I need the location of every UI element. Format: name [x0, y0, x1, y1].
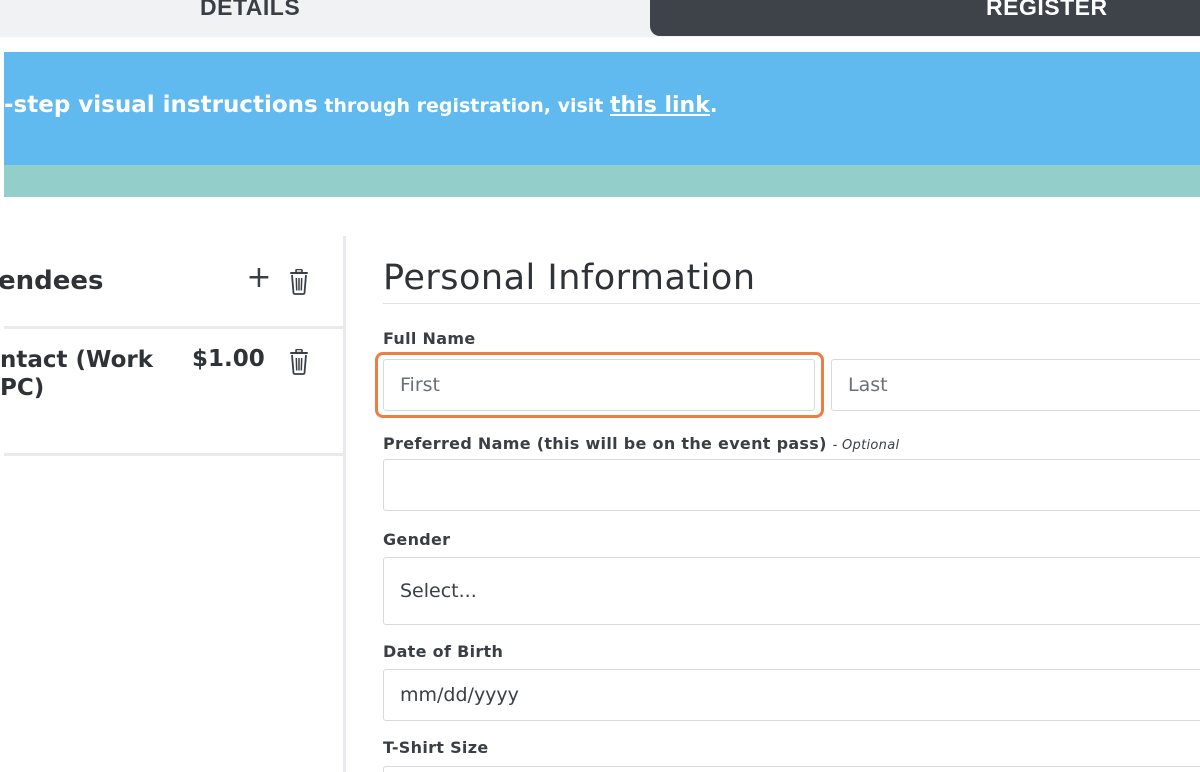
- attendees-header: endees +: [0, 236, 346, 329]
- gender-select[interactable]: Select...: [383, 557, 1200, 625]
- optional-tag: - Optional: [832, 438, 900, 453]
- dob-label: Date of Birth: [383, 642, 504, 661]
- trash-icon[interactable]: [288, 268, 310, 295]
- banner-link[interactable]: this link: [610, 93, 710, 118]
- tshirt-size-label: T-Shirt Size: [383, 738, 489, 757]
- preferred-name-input[interactable]: [383, 459, 1200, 511]
- first-name-input[interactable]: First: [383, 359, 815, 411]
- banner-normal-text: through registration, visit: [317, 95, 610, 117]
- full-name-label: Full Name: [383, 329, 476, 348]
- banner-text: -step visual instructions through regist…: [4, 92, 717, 118]
- tab-bar: DETAILS REGISTER: [0, 0, 1200, 37]
- attendee-price: $1.00: [192, 346, 265, 372]
- banner-strong-text: -step visual instructions: [4, 92, 318, 118]
- tab-register-label: REGISTER: [986, 0, 1108, 20]
- gender-label: Gender: [383, 530, 451, 549]
- tshirt-size-select[interactable]: [383, 766, 1200, 772]
- attendee-item[interactable]: ntact (Work PC) $1.00: [0, 332, 346, 456]
- preferred-name-label-text: Preferred Name (this will be on the even…: [383, 434, 827, 453]
- attendee-name: ntact (Work PC): [0, 347, 154, 401]
- last-name-input[interactable]: Last: [831, 359, 1200, 411]
- instructions-banner: -step visual instructions through regist…: [4, 52, 1200, 165]
- section-title: Personal Information: [383, 258, 756, 298]
- tab-details[interactable]: DETAILS: [0, 0, 650, 37]
- tab-details-label: DETAILS: [200, 0, 301, 20]
- dob-input[interactable]: mm/dd/yyyy: [383, 669, 1200, 721]
- attendees-title: endees: [0, 266, 104, 296]
- section-divider: [383, 303, 1200, 304]
- preferred-name-label: Preferred Name (this will be on the even…: [383, 434, 899, 453]
- tab-register[interactable]: REGISTER: [650, 0, 1200, 36]
- plus-icon[interactable]: +: [246, 263, 272, 293]
- banner-tail: .: [709, 93, 718, 117]
- banner-accent-strip: [4, 165, 1200, 197]
- trash-icon[interactable]: [288, 348, 310, 375]
- attendees-panel: endees + ntact (Work PC) $1.00: [0, 236, 346, 772]
